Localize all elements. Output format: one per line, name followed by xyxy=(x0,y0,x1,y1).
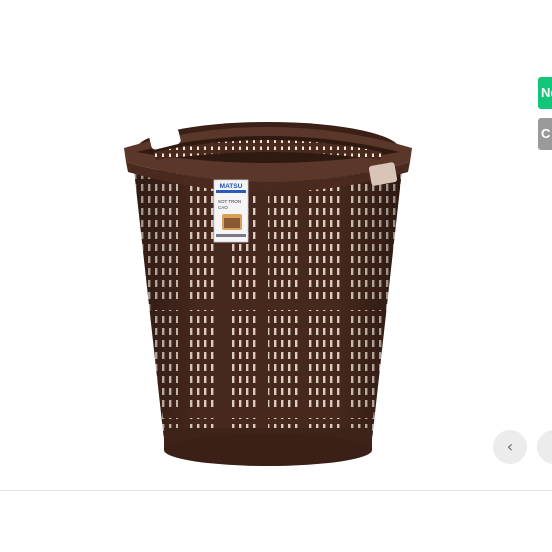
product-image[interactable]: MATSU SOT TRON CAO xyxy=(118,110,418,474)
section-divider xyxy=(0,490,552,491)
next-image-button[interactable]: › xyxy=(537,430,552,464)
tag-line-1: SOT TRON xyxy=(218,199,241,204)
tag-brand: MATSU xyxy=(220,183,243,190)
new-badge: New xyxy=(538,77,552,109)
secondary-badge: C xyxy=(538,118,552,150)
product-label-tag: MATSU SOT TRON CAO xyxy=(213,179,249,243)
product-image-gallery: MATSU SOT TRON CAO New C ‹ › xyxy=(0,0,552,491)
previous-image-button[interactable]: ‹ xyxy=(493,430,527,464)
chevron-left-icon: ‹ xyxy=(506,437,514,456)
tag-line-2: CAO xyxy=(218,205,228,210)
